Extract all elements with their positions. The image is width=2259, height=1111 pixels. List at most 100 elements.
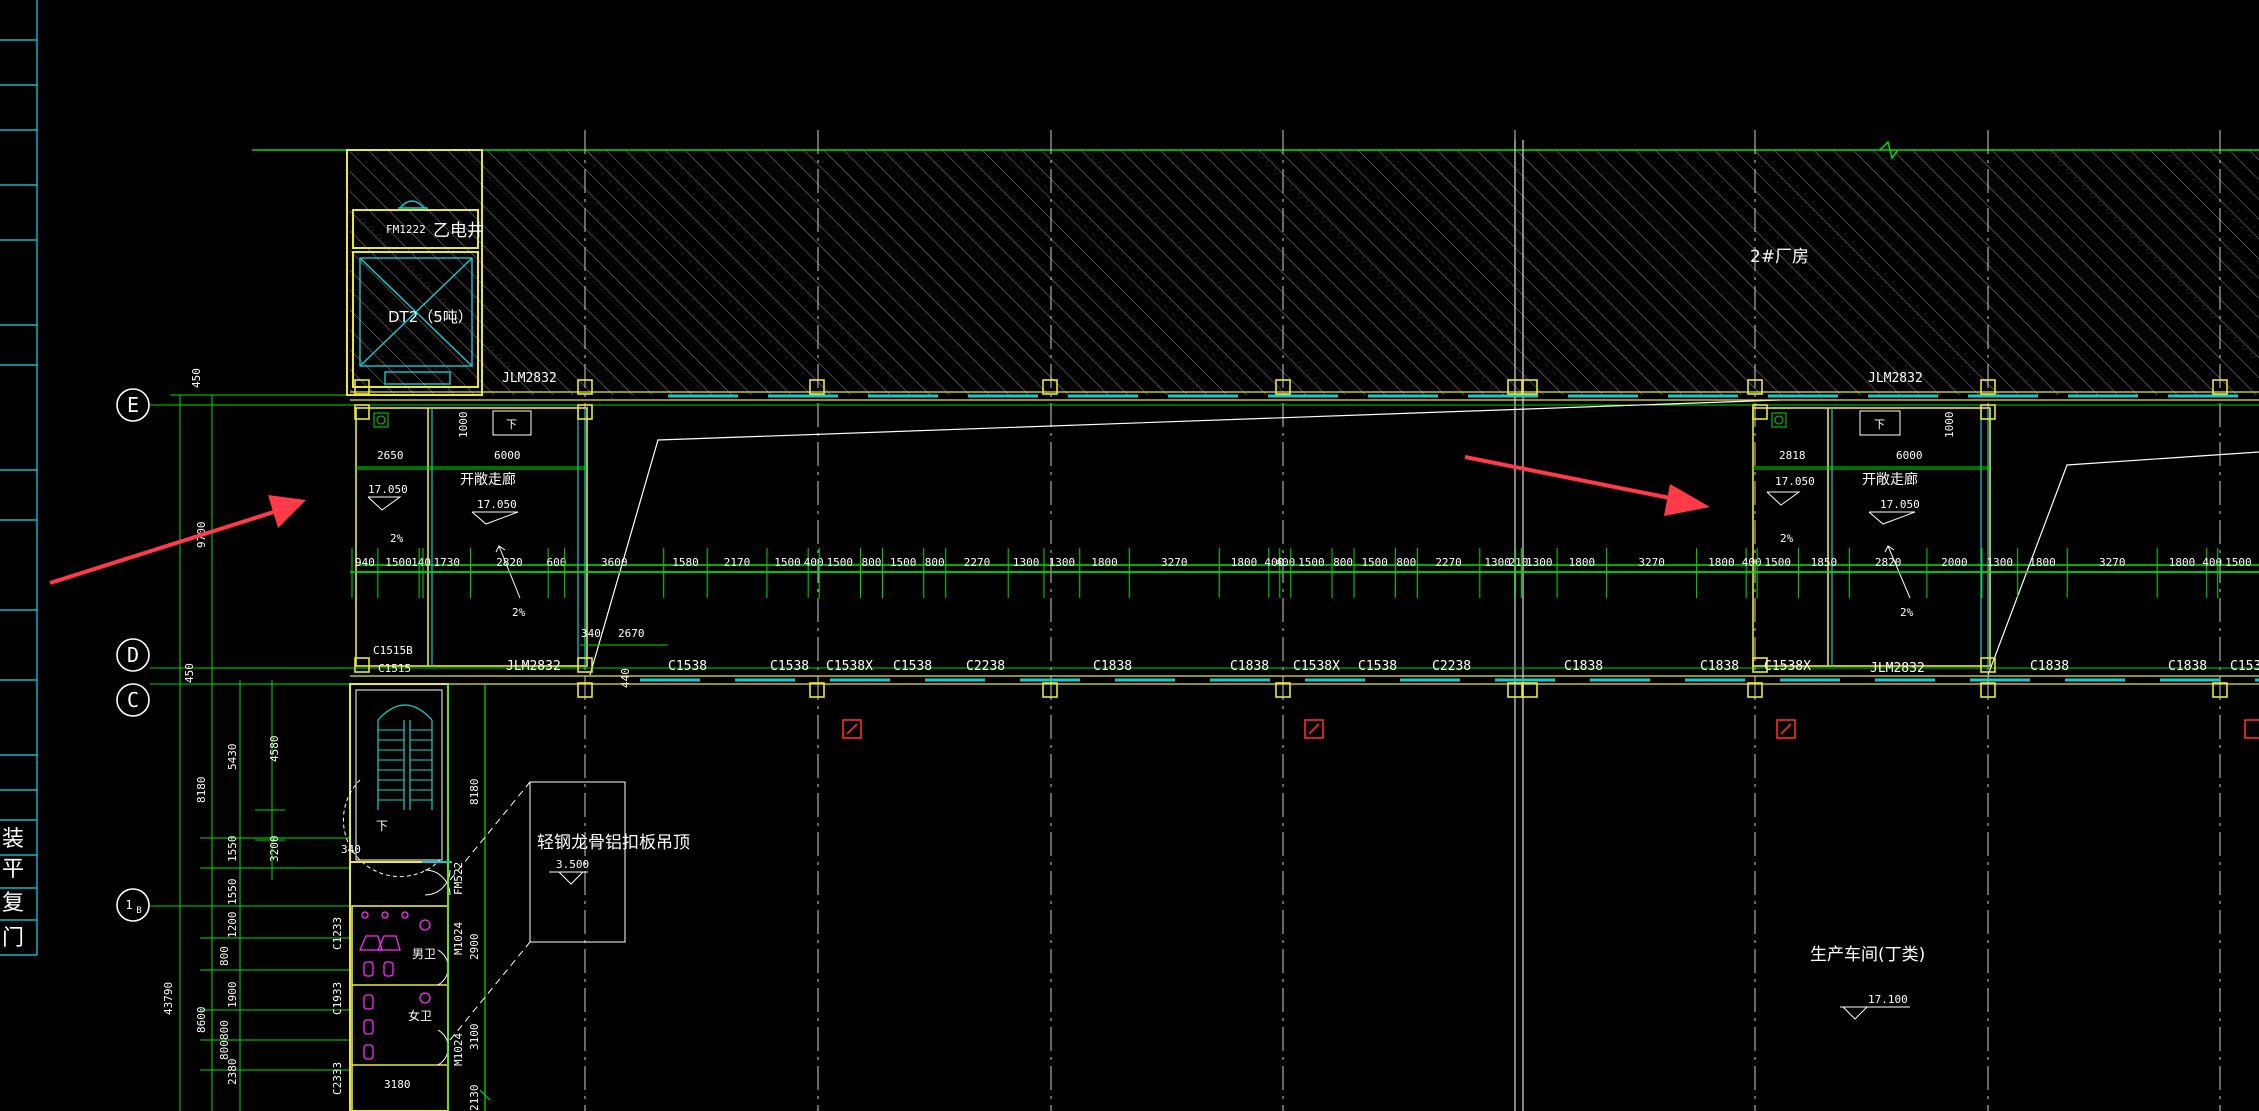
window-label-9: C2238 xyxy=(1432,659,1471,674)
dim-value-14: 800 xyxy=(925,556,945,569)
window-label-7: C1538X xyxy=(1293,659,1340,674)
dim-value-40: 1800 xyxy=(2029,556,2056,569)
dim-stair-2130: 2130 xyxy=(468,1085,481,1111)
axis-label-d: D xyxy=(127,643,139,667)
dim-stair-8180: 8180 xyxy=(468,779,481,806)
door-jlm-bottom-right: JLM2832 xyxy=(1870,661,1925,676)
window-label-5: C1838 xyxy=(1093,659,1132,674)
dim-left-450b: 450 xyxy=(183,663,196,683)
dim-value-31: 1800 xyxy=(1569,556,1596,569)
title-block-sidebar xyxy=(0,0,38,956)
window-c1233: C1233 xyxy=(331,917,344,950)
ceiling-note: 轻钢龙骨铝扣板吊顶 xyxy=(537,833,690,853)
dim-value-2: 140 xyxy=(411,556,431,569)
dim-third-4580: 4580 xyxy=(268,736,281,763)
dim-left-8180: 8180 xyxy=(195,777,208,804)
dim-second-800c: 800 xyxy=(218,1040,231,1060)
cad-drawing-canvas[interactable]: 装 平 复 门 2#厂房 E D C 1 B 450 450 8180 4379… xyxy=(0,0,2259,1111)
window-c2333: C2333 xyxy=(331,1062,344,1095)
elevator-well-label: 乙电井 xyxy=(433,221,484,241)
dim-second-2380: 2380 xyxy=(226,1059,239,1086)
dim-value-9: 1500 xyxy=(774,556,801,569)
dim-value-11: 1500 xyxy=(827,556,854,569)
dim-bay-2670: 2670 xyxy=(618,627,645,640)
sidebar-label-4: 门 xyxy=(2,926,24,951)
dim-value-42: 1800 xyxy=(2169,556,2196,569)
dim-value-12: 800 xyxy=(862,556,882,569)
dim-value-36: 1850 xyxy=(1811,556,1838,569)
window-label-4: C2238 xyxy=(966,659,1005,674)
window-label-0: C1538 xyxy=(668,659,707,674)
dim-value-13: 1500 xyxy=(890,556,917,569)
slope-left-1: 2% xyxy=(390,532,404,545)
dim-value-0: 940 xyxy=(355,556,375,569)
dim-value-27: 2270 xyxy=(1435,556,1462,569)
dim-second-1550a: 1550 xyxy=(226,836,239,863)
plant-hatch-area xyxy=(350,150,2259,395)
dim-value-3: 1730 xyxy=(434,556,461,569)
dim-value-6: 3600 xyxy=(601,556,628,569)
toilet-male-label: 男卫 xyxy=(412,947,436,961)
sidebar-label-1: 装 xyxy=(2,827,24,852)
dim-value-41: 3270 xyxy=(2099,556,2126,569)
elev-corr-left-1: 17.050 xyxy=(368,483,408,496)
door-jlm-top-left: JLM2832 xyxy=(502,371,557,386)
dim-value-24: 800 xyxy=(1333,556,1353,569)
axis-label-1b-num: 1 xyxy=(125,898,132,912)
elev-corr-right-2: 17.050 xyxy=(1880,498,1920,511)
window-label-13: C1838 xyxy=(2030,659,2069,674)
wall-line-d xyxy=(350,675,2259,685)
elev-ceiling: 3.500 xyxy=(556,858,589,871)
window-label-14: C1838 xyxy=(2168,659,2207,674)
dim-second-800b: 800 xyxy=(218,1020,231,1040)
dim-second-1200: 1200 xyxy=(226,912,239,939)
window-label-8: C1538 xyxy=(1358,659,1397,674)
dim-value-22: 400 xyxy=(1275,556,1295,569)
dim-value-17: 1300 xyxy=(1049,556,1076,569)
annotation-arrow-right xyxy=(1464,455,1710,516)
sidebar-label-2: 平 xyxy=(2,857,24,882)
elev-workshop: 17.100 xyxy=(1868,993,1908,1006)
main-dimension-chain: 940 1500 140 1730 2820 600 3600 1580 2170 1500 400… xyxy=(350,548,2259,598)
elevator-door-tag: FM1222 xyxy=(386,223,426,236)
dim-second-1550b: 1550 xyxy=(226,879,239,906)
dim-value-10: 400 xyxy=(804,556,824,569)
corridor-left-label: 开敞走廊 xyxy=(460,471,516,488)
dim-bay-440: 440 xyxy=(619,668,632,688)
dim-second-800a: 800 xyxy=(218,946,231,966)
sidebar-label-3: 复 xyxy=(2,891,24,916)
dim-corr-right-6000: 6000 xyxy=(1896,449,1923,462)
dim-value-5: 600 xyxy=(546,556,566,569)
dim-value-44: 1500 xyxy=(2225,556,2252,569)
axis-bubble-1b xyxy=(116,888,150,922)
window-label-2: C1538X xyxy=(826,659,873,674)
dim-corr-left-6000: 6000 xyxy=(494,449,521,462)
elev-corr-left-2: 17.050 xyxy=(477,498,517,511)
dim-stair-2900: 2900 xyxy=(468,934,481,961)
window-c1933: C1933 xyxy=(331,982,344,1015)
corr-right-stair-down: 下 xyxy=(1874,418,1885,431)
dim-value-34: 400 xyxy=(1742,556,1762,569)
dim-second-1900: 1900 xyxy=(226,982,239,1009)
plant-label: 2#厂房 xyxy=(1750,247,1809,267)
ceiling-callout xyxy=(449,781,626,1041)
dim-value-19: 3270 xyxy=(1161,556,1188,569)
dim-value-1: 1500 xyxy=(385,556,412,569)
dim-value-35: 1500 xyxy=(1765,556,1792,569)
dim-value-26: 800 xyxy=(1396,556,1416,569)
corridor-right-label: 开敞走廊 xyxy=(1862,471,1918,488)
door-m1024-b: M1024 xyxy=(452,1033,465,1066)
dim-value-16: 1300 xyxy=(1013,556,1040,569)
toilet-female-label: 女卫 xyxy=(408,1008,432,1023)
dim-value-37: 2820 xyxy=(1875,556,1902,569)
dim-value-38: 2000 xyxy=(1941,556,1968,569)
dim-corr-right-1000: 1000 xyxy=(1943,412,1956,439)
dim-value-39: 1300 xyxy=(1987,556,2014,569)
dim-second-5430: 5430 xyxy=(226,744,239,771)
stair-down-label: 下 xyxy=(376,819,388,833)
dim-corr-left-2650: 2650 xyxy=(377,449,404,462)
dim-value-15: 2270 xyxy=(964,556,991,569)
dim-value-28: 1300 xyxy=(1484,556,1511,569)
dim-value-25: 1500 xyxy=(1361,556,1388,569)
window-label-10: C1838 xyxy=(1564,659,1603,674)
